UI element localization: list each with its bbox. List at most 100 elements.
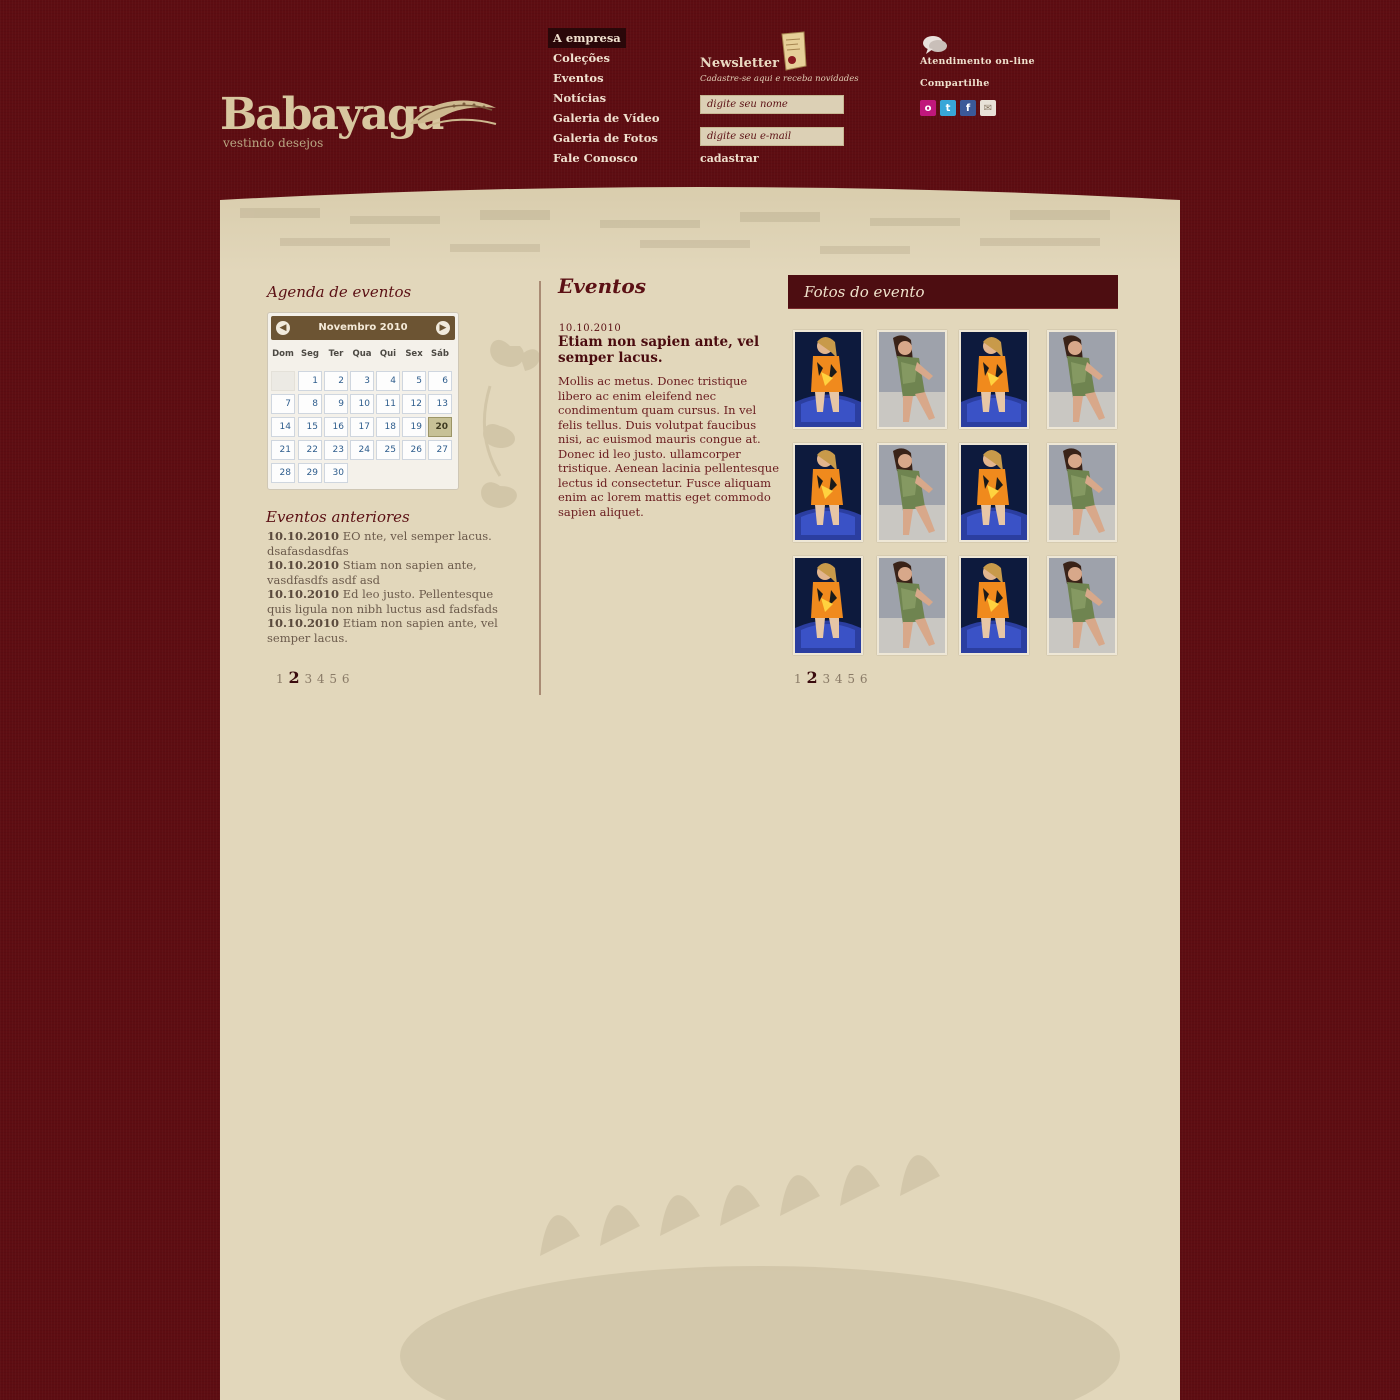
calendar-day[interactable]: 4: [376, 371, 400, 391]
newsletter-subtitle: Cadastre-se aqui e receba novidades: [700, 74, 859, 84]
event-photos-header: Fotos do evento: [788, 275, 1118, 309]
event-photo-thumbnail[interactable]: [877, 556, 947, 655]
calendar-day[interactable]: 27: [428, 440, 452, 460]
calendar-day[interactable]: 17: [350, 417, 374, 437]
page-link[interactable]: 3: [304, 672, 312, 686]
event-photo-thumbnail[interactable]: [793, 330, 863, 429]
facebook-icon[interactable]: f: [960, 100, 976, 116]
calendar-day[interactable]: 13: [428, 394, 452, 414]
calendar-day[interactable]: 11: [376, 394, 400, 414]
calendar-day[interactable]: 7: [271, 394, 295, 414]
previous-event-item[interactable]: 10.10.2010 EO nte, vel semper lacus. dsa…: [267, 529, 517, 558]
email-icon[interactable]: ✉: [980, 100, 996, 116]
calendar-day[interactable]: 18: [376, 417, 400, 437]
content-panel: Agenda de eventos Novembro 2010 ◀ ▶ Dom S…: [220, 186, 1180, 1400]
event-photo-thumbnail[interactable]: [1047, 443, 1117, 542]
calendar-day[interactable]: 12: [402, 394, 426, 414]
calendar-day-today[interactable]: 20: [428, 417, 452, 437]
calendar-day[interactable]: 9: [324, 394, 348, 414]
calendar-day[interactable]: 19: [402, 417, 426, 437]
calendar-day[interactable]: 24: [350, 440, 374, 460]
calendar-day[interactable]: 29: [298, 463, 322, 483]
previous-event-date: 10.10.2010: [267, 587, 340, 601]
event-photo-thumbnail[interactable]: [793, 556, 863, 655]
calendar-day[interactable]: 26: [402, 440, 426, 460]
page-link[interactable]: 6: [342, 672, 350, 686]
page-link[interactable]: 5: [847, 672, 855, 686]
nav-item-noticias[interactable]: Notícias: [548, 88, 688, 108]
event-body: Mollis ac metus. Donec tristique libero …: [558, 374, 780, 519]
nav-item-fale-conosco[interactable]: Fale Conosco: [548, 148, 688, 168]
previous-event-date: 10.10.2010: [267, 558, 340, 572]
calendar-day[interactable]: 3: [350, 371, 374, 391]
event-photo-thumbnail[interactable]: [959, 330, 1029, 429]
photos-pagination: 1 2 3 4 5 6: [794, 668, 868, 687]
event-photo-thumbnail[interactable]: [959, 443, 1029, 542]
calendar-day[interactable]: 5: [402, 371, 426, 391]
nav-item-eventos[interactable]: Eventos: [548, 68, 688, 88]
page-link[interactable]: 3: [822, 672, 830, 686]
previous-event-item[interactable]: 10.10.2010 Stiam non sapien ante, vasdfa…: [267, 558, 517, 587]
calendar-day[interactable]: 14: [271, 417, 295, 437]
online-support-link[interactable]: Atendimento on-line: [920, 56, 1035, 67]
newsletter-title: Newsletter: [700, 56, 780, 71]
calendar-day[interactable]: 23: [324, 440, 348, 460]
previous-event-item[interactable]: 10.10.2010 Etiam non sapien ante, vel se…: [267, 616, 517, 645]
previous-events-list: 10.10.2010 EO nte, vel semper lacus. dsa…: [267, 529, 517, 645]
calendar-day[interactable]: 22: [298, 440, 322, 460]
newsletter-submit-button[interactable]: cadastrar: [700, 152, 759, 165]
calendar-weekday: Qui: [379, 349, 397, 359]
page-link[interactable]: 4: [835, 672, 843, 686]
calendar-day[interactable]: 8: [298, 394, 322, 414]
page-link-current[interactable]: 2: [288, 668, 299, 687]
event-calendar: Novembro 2010 ◀ ▶ Dom Seg Ter Qua Qui Sex Sáb 1…: [267, 312, 459, 490]
share-label: Compartilhe: [920, 78, 990, 89]
calendar-day[interactable]: 21: [271, 440, 295, 460]
previous-event-date: 10.10.2010: [267, 529, 340, 543]
agenda-title: Agenda de eventos: [267, 283, 412, 301]
calendar-day[interactable]: 15: [298, 417, 322, 437]
calendar-day[interactable]: 2: [324, 371, 348, 391]
nav-item-colecoes[interactable]: Coleções: [548, 48, 688, 68]
page-link[interactable]: 5: [329, 672, 337, 686]
column-divider: [539, 281, 541, 695]
nav-item-a-empresa[interactable]: A empresa: [548, 28, 626, 48]
calendar-weekday: Seg: [301, 349, 319, 359]
twitter-icon[interactable]: t: [940, 100, 956, 116]
calendar-day[interactable]: 28: [271, 463, 295, 483]
chat-bubble-icon[interactable]: [922, 34, 948, 56]
event-photo-thumbnail[interactable]: [959, 556, 1029, 655]
event-photos-title: Fotos do evento: [804, 283, 925, 301]
event-photo-thumbnail[interactable]: [877, 330, 947, 429]
event-photo-thumbnail[interactable]: [877, 443, 947, 542]
page-link[interactable]: 4: [317, 672, 325, 686]
event-photo-thumbnail[interactable]: [793, 443, 863, 542]
calendar-day[interactable]: 30: [324, 463, 348, 483]
event-date: 10.10.2010: [559, 323, 622, 334]
calendar-prev-icon[interactable]: ◀: [276, 321, 290, 335]
page-link[interactable]: 6: [860, 672, 868, 686]
newsletter-email-input[interactable]: [700, 127, 844, 146]
event-photo-thumbnail[interactable]: [1047, 330, 1117, 429]
calendar-day[interactable]: 1: [298, 371, 322, 391]
calendar-month-label: Novembro 2010: [318, 322, 408, 333]
calendar-next-icon[interactable]: ▶: [436, 321, 450, 335]
main-nav: A empresa Coleções Eventos Notícias Gale…: [548, 28, 688, 168]
nav-item-galeria-fotos[interactable]: Galeria de Fotos: [548, 128, 688, 148]
calendar-day[interactable]: 16: [324, 417, 348, 437]
event-headline[interactable]: Etiam non sapien ante, vel semper lacus.: [558, 334, 778, 366]
brand-logo[interactable]: Babayaga vestindo desejos: [220, 88, 500, 158]
event-photo-thumbnail[interactable]: [1047, 556, 1117, 655]
previous-event-item[interactable]: 10.10.2010 Ed leo justo. Pellentesque qu…: [267, 587, 517, 616]
brand-tagline: vestindo desejos: [223, 136, 324, 150]
nav-item-galeria-video[interactable]: Galeria de Vídeo: [548, 108, 688, 128]
calendar-day[interactable]: 6: [428, 371, 452, 391]
previous-event-date: 10.10.2010: [267, 616, 340, 630]
orkut-icon[interactable]: o: [920, 100, 936, 116]
page-link-current[interactable]: 2: [806, 668, 817, 687]
page-link[interactable]: 1: [276, 672, 284, 686]
newsletter-name-input[interactable]: [700, 95, 844, 114]
calendar-day[interactable]: 10: [350, 394, 374, 414]
page-link[interactable]: 1: [794, 672, 802, 686]
calendar-day[interactable]: 25: [376, 440, 400, 460]
